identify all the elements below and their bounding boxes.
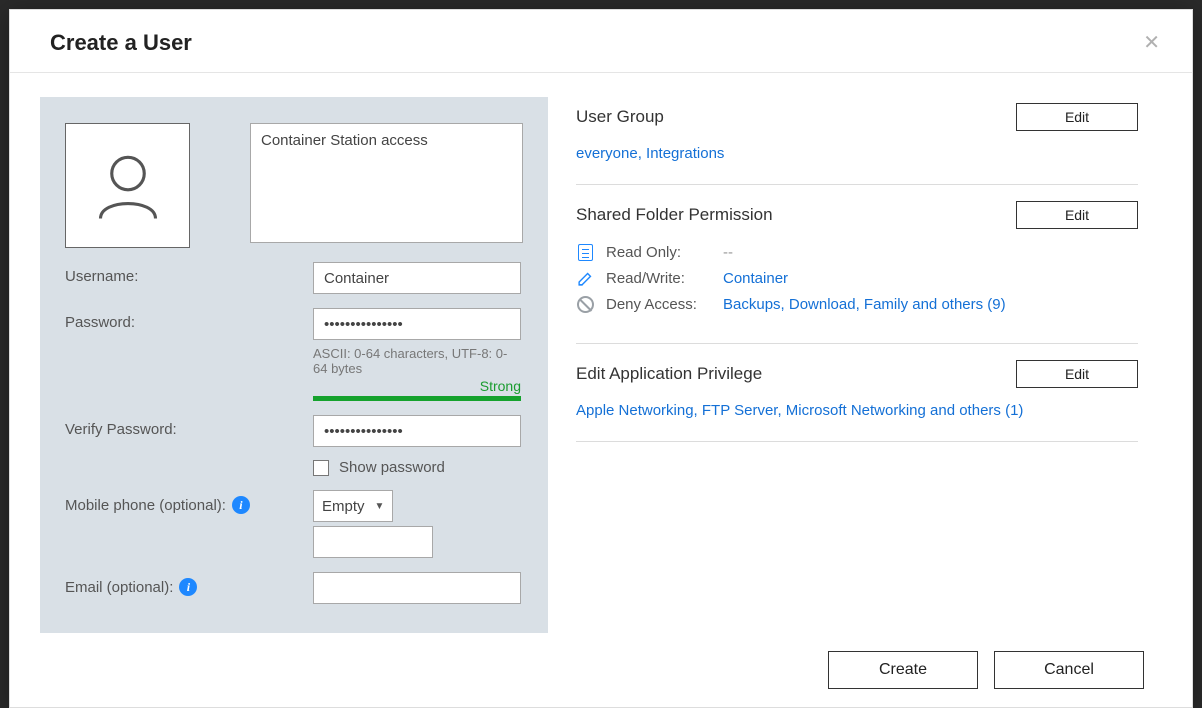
read-only-label: Read Only:	[606, 244, 711, 261]
read-only-row: Read Only: --	[576, 243, 1138, 261]
left-panel: Username: Password: ASCII: 0-64 characte…	[40, 97, 548, 633]
modal-title: Create a User	[50, 30, 192, 56]
verify-password-label: Verify Password:	[65, 415, 313, 438]
modal-header: Create a User ✕	[10, 10, 1192, 73]
chevron-down-icon: ▼	[375, 501, 385, 512]
shared-folder-section: Shared Folder Permission Edit Read Only:…	[576, 185, 1138, 344]
avatar-placeholder[interactable]	[65, 123, 190, 248]
read-write-value[interactable]: Container	[723, 270, 788, 287]
close-icon[interactable]: ✕	[1143, 33, 1160, 53]
show-password-checkbox[interactable]	[313, 460, 329, 476]
email-label: Email (optional): i	[65, 572, 313, 596]
app-privilege-section: Edit Application Privilege Edit Apple Ne…	[576, 344, 1138, 442]
cancel-button[interactable]: Cancel	[994, 651, 1144, 689]
user-group-title: User Group	[576, 107, 664, 127]
description-input[interactable]	[250, 123, 523, 243]
deny-access-row: Deny Access: Backups, Download, Family a…	[576, 295, 1138, 313]
deny-access-value[interactable]: Backups, Download, Family and others (9)	[723, 296, 1006, 313]
create-user-modal: Create a User ✕ Username:	[9, 9, 1193, 708]
mobile-country-select[interactable]: Empty ▼	[313, 490, 393, 522]
username-label: Username:	[65, 262, 313, 285]
info-icon[interactable]: i	[232, 496, 250, 514]
mobile-label: Mobile phone (optional): i	[65, 490, 313, 514]
verify-password-input[interactable]	[313, 415, 521, 447]
username-input[interactable]	[313, 262, 521, 294]
user-group-value[interactable]: everyone, Integrations	[576, 145, 1138, 162]
user-group-section: User Group Edit everyone, Integrations	[576, 99, 1138, 185]
pencil-icon	[576, 269, 594, 287]
read-write-row: Read/Write: Container	[576, 269, 1138, 287]
password-input[interactable]	[313, 308, 521, 340]
deny-access-label: Deny Access:	[606, 296, 711, 313]
password-label: Password:	[65, 308, 313, 331]
deny-icon	[577, 296, 594, 313]
shared-folder-title: Shared Folder Permission	[576, 205, 773, 225]
email-input[interactable]	[313, 572, 521, 604]
modal-footer: Create Cancel	[10, 633, 1192, 707]
create-button[interactable]: Create	[828, 651, 978, 689]
read-only-value: --	[723, 244, 733, 261]
right-panel: User Group Edit everyone, Integrations S…	[576, 97, 1162, 633]
password-strength-label: Strong	[480, 378, 521, 394]
mobile-number-input[interactable]	[313, 526, 433, 558]
info-icon[interactable]: i	[179, 578, 197, 596]
edit-shared-folder-button[interactable]: Edit	[1016, 201, 1138, 229]
edit-app-privilege-button[interactable]: Edit	[1016, 360, 1138, 388]
document-icon	[578, 244, 593, 261]
modal-body: Username: Password: ASCII: 0-64 characte…	[10, 73, 1192, 633]
password-strength-bar	[313, 396, 521, 401]
show-password-label: Show password	[339, 459, 445, 476]
password-hint: ASCII: 0-64 characters, UTF-8: 0-64 byte…	[313, 346, 521, 376]
person-icon	[88, 146, 168, 226]
edit-user-group-button[interactable]: Edit	[1016, 103, 1138, 131]
app-privilege-value[interactable]: Apple Networking, FTP Server, Microsoft …	[576, 402, 1138, 419]
read-write-label: Read/Write:	[606, 270, 711, 287]
app-privilege-title: Edit Application Privilege	[576, 364, 762, 384]
